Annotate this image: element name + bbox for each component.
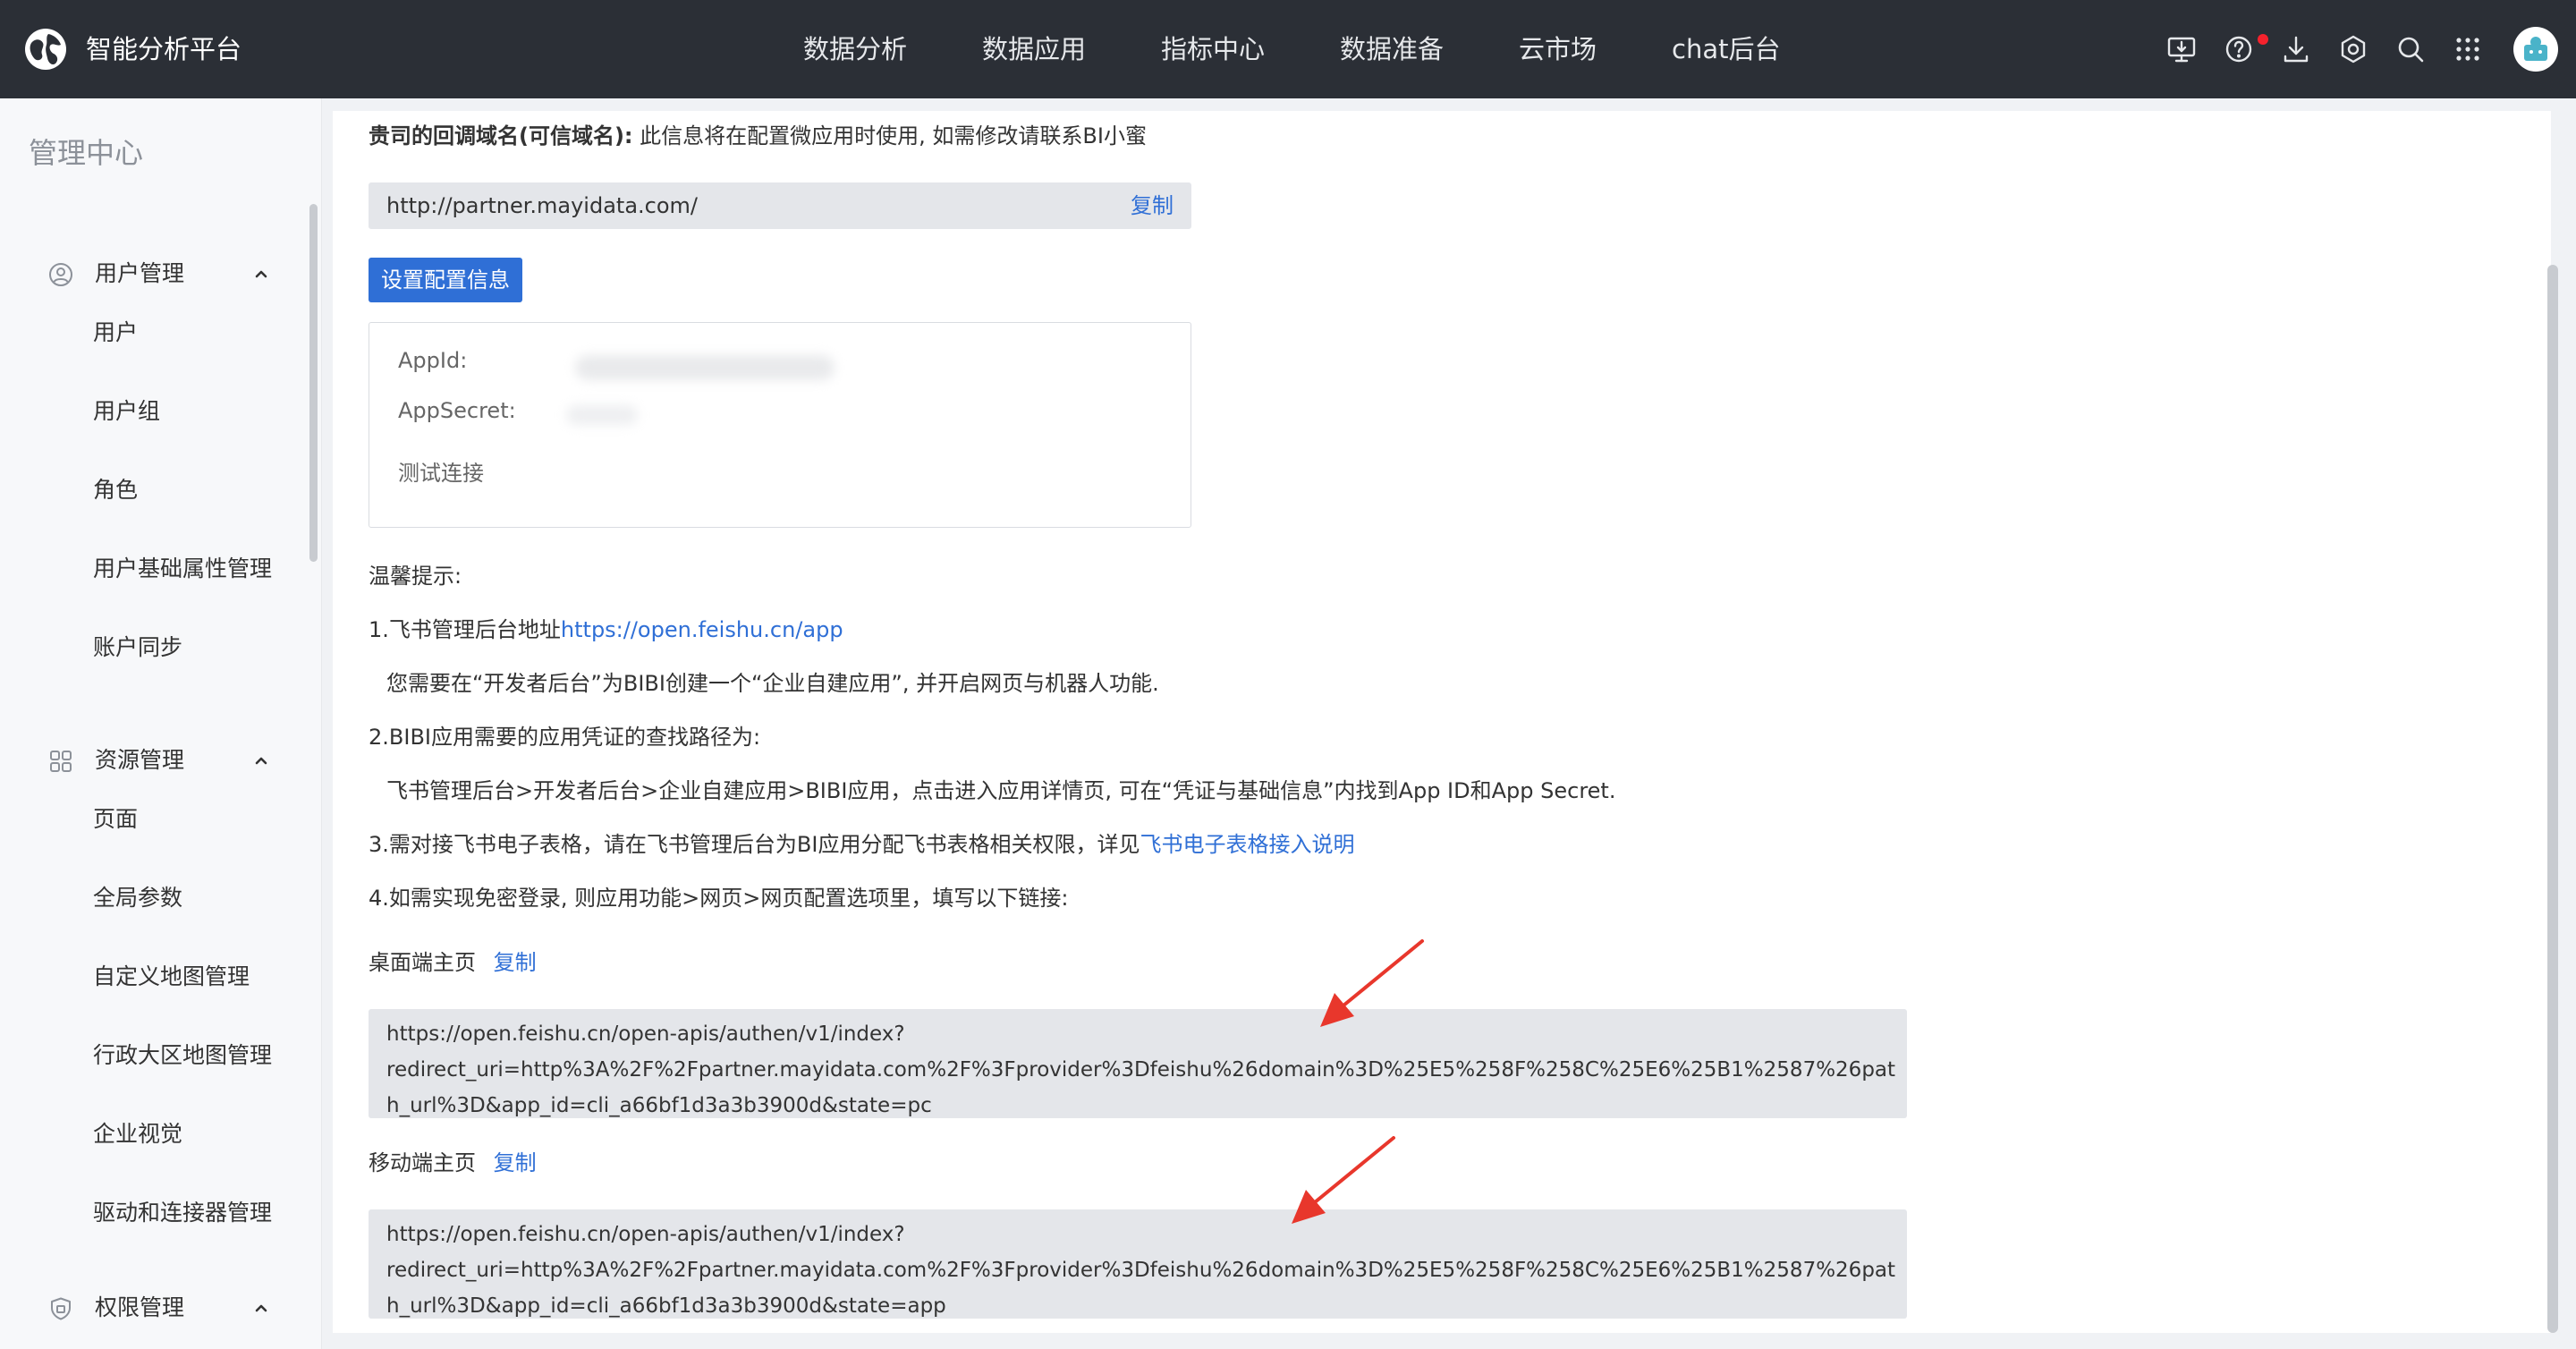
sidebar-item-user-attributes[interactable]: 用户基础属性管理 bbox=[93, 553, 272, 585]
sidebar-group-user-management[interactable]: 用户管理 bbox=[0, 247, 304, 301]
sidebar-item-global-params[interactable]: 全局参数 bbox=[93, 882, 182, 914]
top-navigation-bar: 智能分析平台 数据分析 数据应用 指标中心 数据准备 云市场 chat后台 bbox=[0, 0, 2576, 98]
help-icon[interactable] bbox=[2222, 32, 2256, 66]
mobile-url-line: redirect_uri=http%3A%2F%2Fpartner.mayida… bbox=[386, 1259, 1896, 1282]
download-icon[interactable] bbox=[2279, 32, 2313, 66]
sidebar-title: 管理中心 bbox=[29, 136, 144, 170]
desktop-home-row: 桌面端主页 复制 bbox=[369, 946, 537, 979]
mobile-url-line: h_url%3D&app_id=cli_a66bf1d3a3b3900d&sta… bbox=[386, 1294, 946, 1318]
chevron-up-icon[interactable] bbox=[250, 1297, 272, 1319]
sidebar-item-user-groups[interactable]: 用户组 bbox=[93, 395, 160, 428]
admin-sidebar: 管理中心 用户管理 用户 用户组 角色 用户基础属性管理 账户同步 资源管理 页… bbox=[0, 98, 322, 1349]
sidebar-item-users[interactable]: 用户 bbox=[93, 317, 138, 349]
mobile-home-label: 移动端主页 bbox=[369, 1150, 476, 1175]
nav-data-analysis[interactable]: 数据分析 bbox=[803, 29, 907, 70]
user-avatar[interactable] bbox=[2513, 27, 2558, 72]
tip-3-text: 3.需对接飞书电子表格，请在飞书管理后台为BI应用分配飞书表格相关权限，详见 bbox=[369, 832, 1140, 857]
annotation-arrow-icon bbox=[1292, 1136, 1395, 1224]
copy-mobile-url-link[interactable]: 复制 bbox=[494, 1150, 537, 1175]
sidebar-item-pages[interactable]: 页面 bbox=[93, 803, 138, 836]
feishu-admin-link[interactable]: https://open.feishu.cn/app bbox=[561, 617, 843, 642]
nav-chat-backend[interactable]: chat后台 bbox=[1672, 29, 1780, 70]
sidebar-item-region-maps[interactable]: 行政大区地图管理 bbox=[93, 1039, 272, 1072]
nav-data-application[interactable]: 数据应用 bbox=[982, 29, 1086, 70]
sidebar-group-label: 用户管理 bbox=[95, 260, 185, 286]
sidebar-item-custom-maps[interactable]: 自定义地图管理 bbox=[93, 961, 250, 993]
appid-label: AppId: bbox=[398, 348, 468, 373]
tip-1: 1.飞书管理后台地址https://open.feishu.cn/app bbox=[369, 614, 843, 646]
annotation-arrow-icon bbox=[1320, 939, 1424, 1027]
desktop-home-url-box: https://open.feishu.cn/open-apis/authen/… bbox=[369, 1009, 1907, 1118]
mobile-home-row: 移动端主页 复制 bbox=[369, 1147, 537, 1179]
desktop-download-icon[interactable] bbox=[2165, 32, 2199, 66]
nav-cloud-market[interactable]: 云市场 bbox=[1519, 29, 1597, 70]
notification-dot bbox=[2258, 34, 2268, 45]
desktop-url-line: https://open.feishu.cn/open-apis/authen/… bbox=[386, 1022, 905, 1046]
desktop-home-label: 桌面端主页 bbox=[369, 950, 476, 975]
nav-data-preparation[interactable]: 数据准备 bbox=[1340, 29, 1444, 70]
user-circle-icon bbox=[48, 262, 73, 287]
tip-2-detail: 飞书管理后台>开发者后台>企业自建应用>BIBI应用，点击进入应用详情页, 可在… bbox=[386, 778, 1616, 803]
callback-domain-desc: 此信息将在配置微应用时使用, 如需修改请联系BI小蜜 bbox=[632, 123, 1147, 148]
test-connection-link[interactable]: 测试连接 bbox=[398, 457, 484, 489]
callback-domain-box: http://partner.mayidata.com/ 复制 bbox=[369, 182, 1191, 229]
sidebar-group-permission-management[interactable]: 权限管理 bbox=[0, 1281, 304, 1335]
page-scrollbar[interactable] bbox=[2547, 265, 2558, 1333]
sidebar-item-brand-visual[interactable]: 企业视觉 bbox=[93, 1118, 182, 1150]
appid-value-redacted bbox=[575, 355, 835, 380]
nav-metrics-center[interactable]: 指标中心 bbox=[1161, 29, 1265, 70]
callback-domain-url: http://partner.mayidata.com/ bbox=[386, 193, 698, 218]
copy-domain-link[interactable]: 复制 bbox=[1131, 190, 1174, 222]
desktop-url-line: h_url%3D&app_id=cli_a66bf1d3a3b3900d&sta… bbox=[386, 1094, 932, 1117]
feishu-sheet-guide-link[interactable]: 飞书电子表格接入说明 bbox=[1140, 832, 1354, 857]
tip-1-detail: 您需要在“开发者后台”为BIBI创建一个“企业自建应用”, 并开启网页与机器人功… bbox=[386, 671, 1159, 696]
apps-grid-icon[interactable] bbox=[2451, 32, 2485, 66]
copy-desktop-url-link[interactable]: 复制 bbox=[494, 950, 537, 975]
appsecret-label: AppSecret: bbox=[398, 398, 516, 423]
chevron-up-icon[interactable] bbox=[250, 263, 272, 284]
tip-3: 3.需对接飞书电子表格，请在飞书管理后台为BI应用分配飞书表格相关权限，详见飞书… bbox=[369, 828, 1354, 861]
sidebar-scrollbar[interactable] bbox=[309, 204, 318, 562]
resource-grid-icon bbox=[48, 749, 73, 774]
callback-domain-row: 贵司的回调域名(可信域名): 此信息将在配置微应用时使用, 如需修改请联系BI小… bbox=[369, 120, 1147, 152]
app-credentials-panel: AppId: AppSecret: 测试连接 bbox=[369, 322, 1191, 528]
mobile-url-line: https://open.feishu.cn/open-apis/authen/… bbox=[386, 1223, 905, 1246]
main-content-panel: 贵司的回调域名(可信域名): 此信息将在配置微应用时使用, 如需修改请联系BI小… bbox=[333, 111, 2551, 1333]
desktop-url-line: redirect_uri=http%3A%2F%2Fpartner.mayida… bbox=[386, 1058, 1896, 1082]
app-title: 智能分析平台 bbox=[86, 34, 242, 64]
sidebar-group-label: 权限管理 bbox=[95, 1294, 185, 1320]
sidebar-group-label: 资源管理 bbox=[95, 747, 185, 773]
mobile-home-url-box: https://open.feishu.cn/open-apis/authen/… bbox=[369, 1209, 1907, 1319]
search-icon[interactable] bbox=[2394, 32, 2428, 66]
tip-4: 4.如需实现免密登录, 则应用功能>网页>网页配置选项里，填写以下链接: bbox=[369, 886, 1069, 911]
tips-title: 温馨提示: bbox=[369, 564, 462, 589]
tip-2: 2.BIBI应用需要的应用凭证的查找路径为: bbox=[369, 725, 761, 750]
globe-logo-icon[interactable] bbox=[23, 27, 68, 72]
appsecret-value-redacted bbox=[566, 405, 638, 425]
sidebar-item-drivers-connectors[interactable]: 驱动和连接器管理 bbox=[93, 1197, 272, 1229]
shield-icon bbox=[48, 1296, 73, 1321]
chevron-up-icon[interactable] bbox=[250, 750, 272, 771]
sidebar-item-roles[interactable]: 角色 bbox=[93, 474, 138, 506]
set-config-button[interactable]: 设置配置信息 bbox=[369, 258, 522, 302]
sidebar-item-account-sync[interactable]: 账户同步 bbox=[93, 632, 182, 664]
sidebar-group-resource-management[interactable]: 资源管理 bbox=[0, 734, 304, 787]
tip-1-text: 1.飞书管理后台地址 bbox=[369, 617, 561, 642]
settings-icon[interactable] bbox=[2336, 32, 2370, 66]
callback-domain-label: 贵司的回调域名(可信域名): bbox=[369, 123, 633, 148]
